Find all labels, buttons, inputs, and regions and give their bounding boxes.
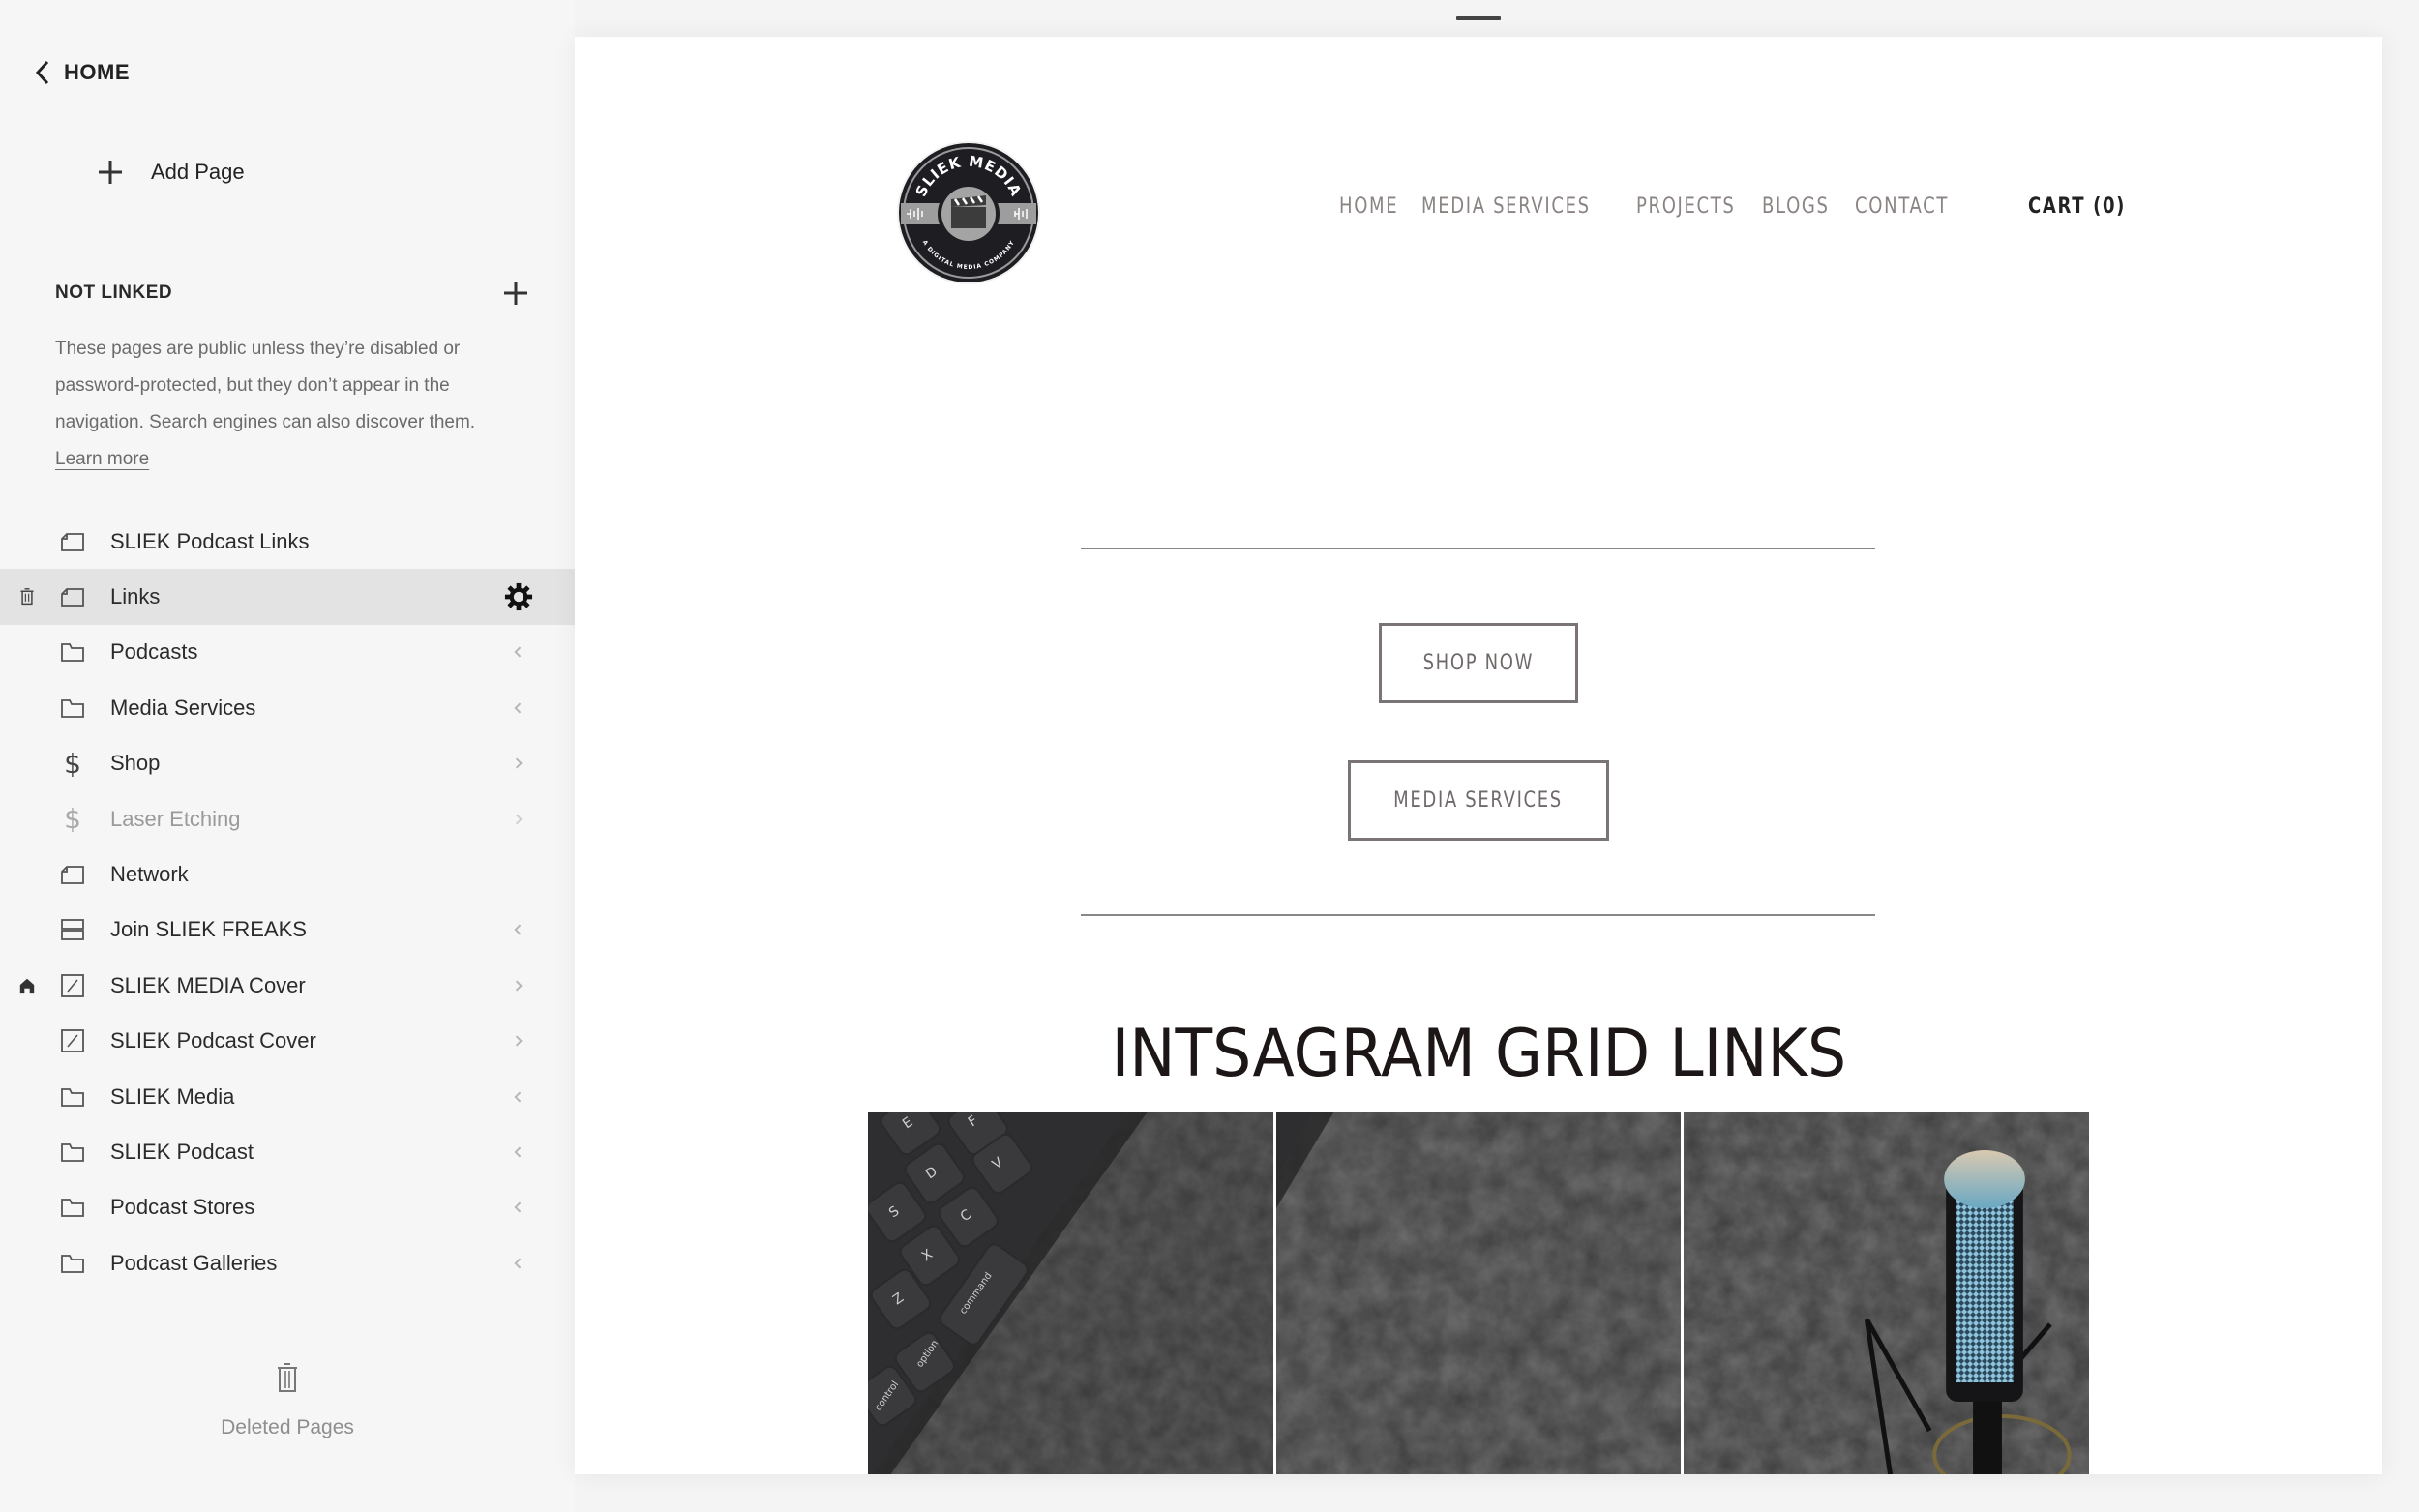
microphone-image <box>1684 1112 2090 1474</box>
heading-text: INTSAGRAM GRID LINKS <box>1111 1016 1846 1092</box>
add-page-label: Add Page <box>151 160 245 184</box>
page-row[interactable]: Podcast Galleries <box>0 1235 575 1290</box>
index-icon <box>60 917 85 942</box>
page-label: SLIEK Media <box>110 1083 235 1109</box>
page-row[interactable]: $ Laser Etching <box>0 791 575 846</box>
grid-image-microphone[interactable] <box>1684 1112 2090 1474</box>
page-row[interactable]: SLIEK Podcast Cover <box>0 1014 575 1069</box>
chevron-left-icon[interactable] <box>503 1137 534 1168</box>
page-row[interactable]: Media Services <box>0 680 575 735</box>
chevron-left-icon[interactable] <box>503 1248 534 1279</box>
page-row[interactable]: SLIEK Podcast Links <box>0 514 575 569</box>
page-label: Podcast Stores <box>110 1195 255 1220</box>
chevron-right-icon[interactable] <box>503 748 534 779</box>
chevron-left-icon <box>35 60 49 85</box>
site-preview: SLIEK MEDIA A DIGITAL MEDIA COMPANY HOME… <box>575 37 2382 1474</box>
chevron-left-icon[interactable] <box>503 914 534 945</box>
chevron-right-icon[interactable] <box>503 970 534 1001</box>
page-label: SLIEK Podcast <box>110 1139 254 1164</box>
page-row[interactable]: Links <box>0 569 575 625</box>
delete-page-icon[interactable] <box>16 586 38 608</box>
texture-image <box>1275 1112 1682 1474</box>
page-label: Podcasts <box>110 639 198 665</box>
dollar-icon: $ <box>64 747 81 780</box>
pages-panel: HOME Add Page NOT LINKED These pages are… <box>0 0 575 1512</box>
page-icon <box>60 529 85 554</box>
folder-icon <box>60 1084 85 1110</box>
preview-drag-handle[interactable] <box>1456 16 1501 20</box>
divider-top <box>1081 548 1875 549</box>
cover-page-icon <box>60 1028 85 1053</box>
nav-contact[interactable]: CONTACT <box>1855 194 1949 219</box>
page-label: Network <box>110 862 189 887</box>
page-label: Shop <box>110 751 161 776</box>
back-to-home-button[interactable]: HOME <box>33 56 130 89</box>
media-services-label: MEDIA SERVICES <box>1393 788 1564 813</box>
page-label: Laser Etching <box>110 806 241 831</box>
site-logo[interactable]: SLIEK MEDIA A DIGITAL MEDIA COMPANY <box>895 139 1042 286</box>
plus-icon <box>99 161 122 184</box>
folder-icon <box>60 696 85 721</box>
page-row[interactable]: Podcasts <box>0 625 575 680</box>
chevron-left-icon[interactable] <box>503 693 534 724</box>
cover-page-icon <box>60 973 85 998</box>
page-row[interactable]: Podcast Stores <box>0 1180 575 1235</box>
not-linked-section-header: NOT LINKED <box>55 279 529 308</box>
page-icon <box>60 862 85 887</box>
media-services-button[interactable]: MEDIA SERVICES <box>1348 760 1609 841</box>
page-label: SLIEK Podcast Links <box>110 528 310 553</box>
folder-icon <box>60 1251 85 1276</box>
grid-image-texture[interactable] <box>1275 1112 1682 1474</box>
deleted-pages-button[interactable]: Deleted Pages <box>0 1362 575 1439</box>
add-page-button[interactable]: Add Page <box>97 153 245 192</box>
folder-icon <box>60 639 85 665</box>
learn-more-link[interactable]: Learn more <box>55 441 149 478</box>
page-row[interactable]: SLIEK Media <box>0 1069 575 1124</box>
gear-icon[interactable] <box>503 581 534 612</box>
page-label: Join SLIEK FREAKS <box>110 917 307 942</box>
deleted-pages-label: Deleted Pages <box>221 1416 354 1438</box>
instagram-grid: E F D V S C X Z command option control <box>868 1112 2090 1474</box>
nav-projects[interactable]: PROJECTS <box>1636 194 1736 219</box>
add-not-linked-page-icon[interactable] <box>502 280 529 307</box>
shop-now-button[interactable]: SHOP NOW <box>1379 623 1578 703</box>
page-label: Media Services <box>110 695 256 720</box>
page-label: Links <box>110 584 161 609</box>
page-row[interactable]: SLIEK MEDIA Cover <box>0 958 575 1013</box>
page-row[interactable]: Network <box>0 846 575 902</box>
chevron-left-icon[interactable] <box>503 1082 534 1112</box>
keyboard-image: E F D V S C X Z command option control <box>868 1112 1273 1474</box>
shop-now-label: SHOP NOW <box>1422 651 1535 675</box>
chevron-left-icon[interactable] <box>503 1192 534 1223</box>
page-label: SLIEK Podcast Cover <box>110 1028 316 1053</box>
homepage-icon <box>16 975 38 996</box>
section-description: These pages are public unless they’re di… <box>55 339 476 432</box>
page-list: SLIEK Podcast Links Links Podcasts Media Se… <box>0 514 575 1290</box>
folder-icon <box>60 1195 85 1220</box>
nav-media-services[interactable]: MEDIA SERVICES <box>1421 194 1591 219</box>
folder-icon <box>60 1140 85 1165</box>
dollar-icon: $ <box>64 803 81 836</box>
back-label: HOME <box>64 60 130 84</box>
divider-bottom <box>1081 914 1875 916</box>
page-row[interactable]: $ Shop <box>0 736 575 791</box>
nav-cart[interactable]: CART (0) <box>2028 194 2126 219</box>
nav-blogs[interactable]: BLOGS <box>1762 194 1830 219</box>
page-label: Podcast Galleries <box>110 1250 278 1275</box>
grid-image-keyboard[interactable]: E F D V S C X Z command option control <box>868 1112 1273 1474</box>
chevron-right-icon[interactable] <box>503 804 534 835</box>
page-icon <box>60 584 85 609</box>
section-heading: INTSAGRAM GRID LINKS <box>575 1016 2382 1092</box>
trash-icon <box>278 1363 297 1392</box>
chevron-right-icon[interactable] <box>503 1025 534 1056</box>
section-title: NOT LINKED <box>55 282 173 303</box>
page-row[interactable]: Join SLIEK FREAKS <box>0 903 575 958</box>
nav-home[interactable]: HOME <box>1339 194 1398 219</box>
chevron-left-icon[interactable] <box>503 637 534 667</box>
page-label: SLIEK MEDIA Cover <box>110 972 306 997</box>
page-row[interactable]: SLIEK Podcast <box>0 1124 575 1179</box>
